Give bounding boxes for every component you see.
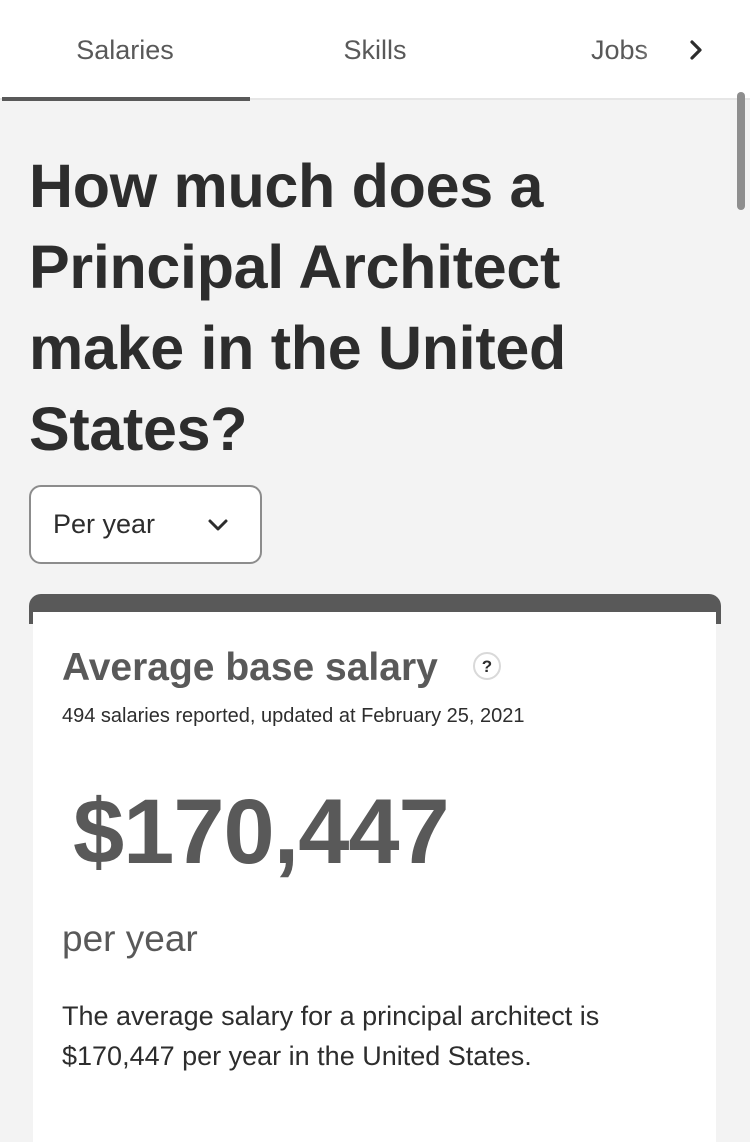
salary-description: The average salary for a principal archi… xyxy=(62,1001,600,1071)
pay-period-value: Per year xyxy=(53,509,156,539)
chevron-down-icon xyxy=(208,519,228,531)
vertical-scrollbar[interactable] xyxy=(737,92,745,210)
question-circle-icon[interactable]: ? xyxy=(472,651,502,681)
salary-report-info: 494 salaries reported, updated at Februa… xyxy=(62,705,525,727)
tab-bar: Salaries Skills Jobs xyxy=(0,0,750,101)
average-salary-amount: $170,447 xyxy=(73,781,450,883)
salary-card-heading: Average base salary xyxy=(62,646,438,689)
svg-text:?: ? xyxy=(482,657,492,676)
active-tab-indicator xyxy=(2,97,250,101)
chevron-right-icon xyxy=(690,40,702,60)
tab-scroll-right-button[interactable] xyxy=(676,30,716,70)
pay-period-select[interactable]: Per year xyxy=(29,485,262,564)
tab-skills[interactable]: Skills xyxy=(250,0,500,100)
salary-card: Average base salary ? 494 salaries repor… xyxy=(33,612,716,1142)
page-title: How much does a Principal Architect make… xyxy=(29,152,566,463)
tab-overflow-fade xyxy=(640,20,680,80)
tab-salaries[interactable]: Salaries xyxy=(0,0,250,100)
salary-period-label: per year xyxy=(62,918,198,959)
